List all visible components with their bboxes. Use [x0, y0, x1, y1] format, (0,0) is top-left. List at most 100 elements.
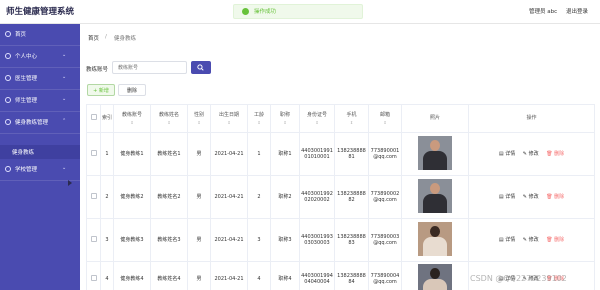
sidebar-item-teachers-students[interactable]: 师生管理 ⌄ — [0, 90, 80, 112]
sidebar: 首页 个人中心 ⌄ 医生管理 ⌄ 师生管理 ⌄ 健身教练管理 ⌃ 健身教练 学校… — [0, 24, 80, 290]
cell-idcard: 440300199202020002 — [299, 175, 335, 219]
delete-button[interactable]: 🗑 删除 — [546, 194, 564, 201]
header-birth[interactable]: 出生日期 ⇕ — [210, 104, 248, 133]
add-button[interactable]: + 新增 — [87, 84, 115, 96]
sort-icon[interactable]: ⇕ — [115, 119, 150, 126]
search-label: 教练账号 — [86, 67, 109, 73]
row-checkbox[interactable] — [90, 274, 97, 281]
cell-name: 教练姓名4 — [150, 261, 188, 290]
cell-gender: 男 — [187, 132, 211, 176]
top-bar: 师生健康管理系统 操作成功 管理员 abc 退出登录 — [0, 0, 600, 24]
view-button[interactable]: ▤ 详情 — [499, 151, 515, 158]
cell-idcard: 440300199303030003 — [299, 218, 335, 262]
cell-email: 773890001@qq.com — [368, 132, 402, 176]
admin-user-label: 管理员 abc — [529, 9, 558, 15]
edit-button[interactable]: ✎ 修改 — [523, 151, 539, 158]
sort-icon[interactable]: ⇕ — [336, 119, 368, 126]
sidebar-subitem-coach[interactable]: 健身教练 — [0, 145, 80, 159]
delete-button[interactable]: 🗑 删除 — [546, 237, 564, 244]
cell-title: 职称4 — [270, 261, 300, 290]
sidebar-item-label: 医生管理 — [15, 76, 38, 82]
sort-icon[interactable]: ⇕ — [301, 119, 334, 126]
header-gender[interactable]: 性别 ⇕ — [187, 104, 211, 133]
sidebar-item-label: 学校管理 — [15, 167, 38, 173]
sort-icon[interactable]: ⇕ — [249, 119, 270, 126]
sidebar-item-coaches[interactable]: 健身教练管理 ⌃ — [0, 112, 80, 134]
header-email[interactable]: 邮箱 ⇕ — [368, 104, 402, 133]
cell-years: 3 — [247, 218, 271, 262]
header-idcard[interactable]: 身份证号 ⇕ — [299, 104, 335, 133]
sidebar-item-label: 健身教练管理 — [15, 120, 49, 126]
check-circle-icon — [242, 8, 249, 15]
sidebar-item-school[interactable]: 学校管理 ⌄ — [0, 159, 80, 181]
user-icon — [5, 53, 11, 59]
sidebar-subitem-label: 健身教练 — [12, 150, 35, 156]
cell-birth: 2021-04-21 — [210, 175, 248, 219]
sort-icon[interactable]: ⇕ — [189, 119, 210, 126]
toast-message: 操作成功 — [254, 9, 277, 15]
breadcrumb-home[interactable]: 首页 — [88, 34, 99, 42]
coach-icon — [5, 119, 11, 125]
row-checkbox[interactable] — [90, 149, 97, 156]
sort-icon[interactable]: ⇕ — [152, 119, 187, 126]
sort-icon[interactable]: ⇕ — [212, 119, 247, 126]
search-icon — [197, 64, 204, 71]
search-input[interactable] — [112, 61, 187, 74]
view-button[interactable]: ▤ 详情 — [499, 194, 515, 201]
cell-birth: 2021-04-21 — [210, 132, 248, 176]
cell-index: 2 — [100, 175, 114, 219]
cell-account: 健身教练1 — [113, 132, 151, 176]
cell-actions: ▤ 详情 ✎ 修改 🗑 删除 — [468, 132, 595, 176]
coach-photo — [418, 135, 452, 170]
edit-button[interactable]: ✎ 修改 — [523, 237, 539, 244]
cell-birth: 2021-04-21 — [210, 261, 248, 290]
cell-account: 健身教练4 — [113, 261, 151, 290]
cell-email: 773890003@qq.com — [368, 218, 402, 262]
breadcrumb-separator: / — [105, 34, 107, 40]
breadcrumb-current: 健身教练 — [114, 36, 137, 42]
search-button[interactable] — [191, 61, 211, 74]
cell-phone: 13823888883 — [334, 218, 369, 262]
cell-years: 1 — [247, 132, 271, 176]
header-name[interactable]: 教练姓名 ⇕ — [150, 104, 188, 133]
table-row: 2 健身教练2 教练姓名2 男 2021-04-21 2 职称2 4403001… — [86, 175, 595, 219]
app-title: 师生健康管理系统 — [6, 7, 75, 17]
collapse-caret-icon[interactable] — [68, 180, 72, 186]
cell-account: 健身教练3 — [113, 218, 151, 262]
header-actions: 操作 — [468, 104, 595, 133]
cell-account: 健身教练2 — [113, 175, 151, 219]
delete-selected-button[interactable]: 删除 — [118, 84, 146, 96]
header-account[interactable]: 教练账号 ⇕ — [113, 104, 151, 133]
select-all-checkbox[interactable] — [90, 114, 97, 120]
header-select-all[interactable] — [86, 104, 101, 133]
sort-icon[interactable]: ⇕ — [370, 119, 401, 126]
home-icon — [5, 31, 11, 37]
edit-button[interactable]: ✎ 修改 — [523, 194, 539, 201]
sidebar-item-profile[interactable]: 个人中心 ⌄ — [0, 46, 80, 68]
cell-index: 1 — [100, 132, 114, 176]
cell-name: 教练姓名2 — [150, 175, 188, 219]
table-row: 1 健身教练1 教练姓名1 男 2021-04-21 1 职称1 4403001… — [86, 132, 595, 176]
sidebar-item-home[interactable]: 首页 — [0, 24, 80, 46]
sort-icon[interactable]: ⇕ — [272, 119, 299, 126]
chevron-down-icon: ⌄ — [62, 52, 67, 58]
doctor-icon — [5, 75, 11, 81]
delete-button[interactable]: 🗑 删除 — [546, 151, 564, 158]
coach-photo — [418, 264, 452, 290]
cell-email: 773890002@qq.com — [368, 175, 402, 219]
cell-phone: 13823888882 — [334, 175, 369, 219]
row-checkbox[interactable] — [90, 192, 97, 199]
cell-name: 教练姓名3 — [150, 218, 188, 262]
logout-link[interactable]: 退出登录 — [566, 7, 588, 15]
coach-table: 索引 教练账号 ⇕ 教练姓名 ⇕ 性别 ⇕ 出生日期 ⇕ 工龄 ⇕ 职称 ⇕ 身份证号 ⇕ 手… — [86, 104, 595, 290]
header-title[interactable]: 职称 ⇕ — [270, 104, 300, 133]
sidebar-item-doctors[interactable]: 医生管理 ⌄ — [0, 68, 80, 90]
header-years[interactable]: 工龄 ⇕ — [247, 104, 271, 133]
cell-photo — [401, 261, 469, 290]
row-checkbox[interactable] — [90, 235, 97, 242]
header-phone[interactable]: 手机 ⇕ — [334, 104, 369, 133]
sidebar-item-label: 师生管理 — [15, 98, 38, 104]
view-button[interactable]: ▤ 详情 — [499, 237, 515, 244]
cell-idcard: 440300199404040004 — [299, 261, 335, 290]
cell-gender: 男 — [187, 175, 211, 219]
